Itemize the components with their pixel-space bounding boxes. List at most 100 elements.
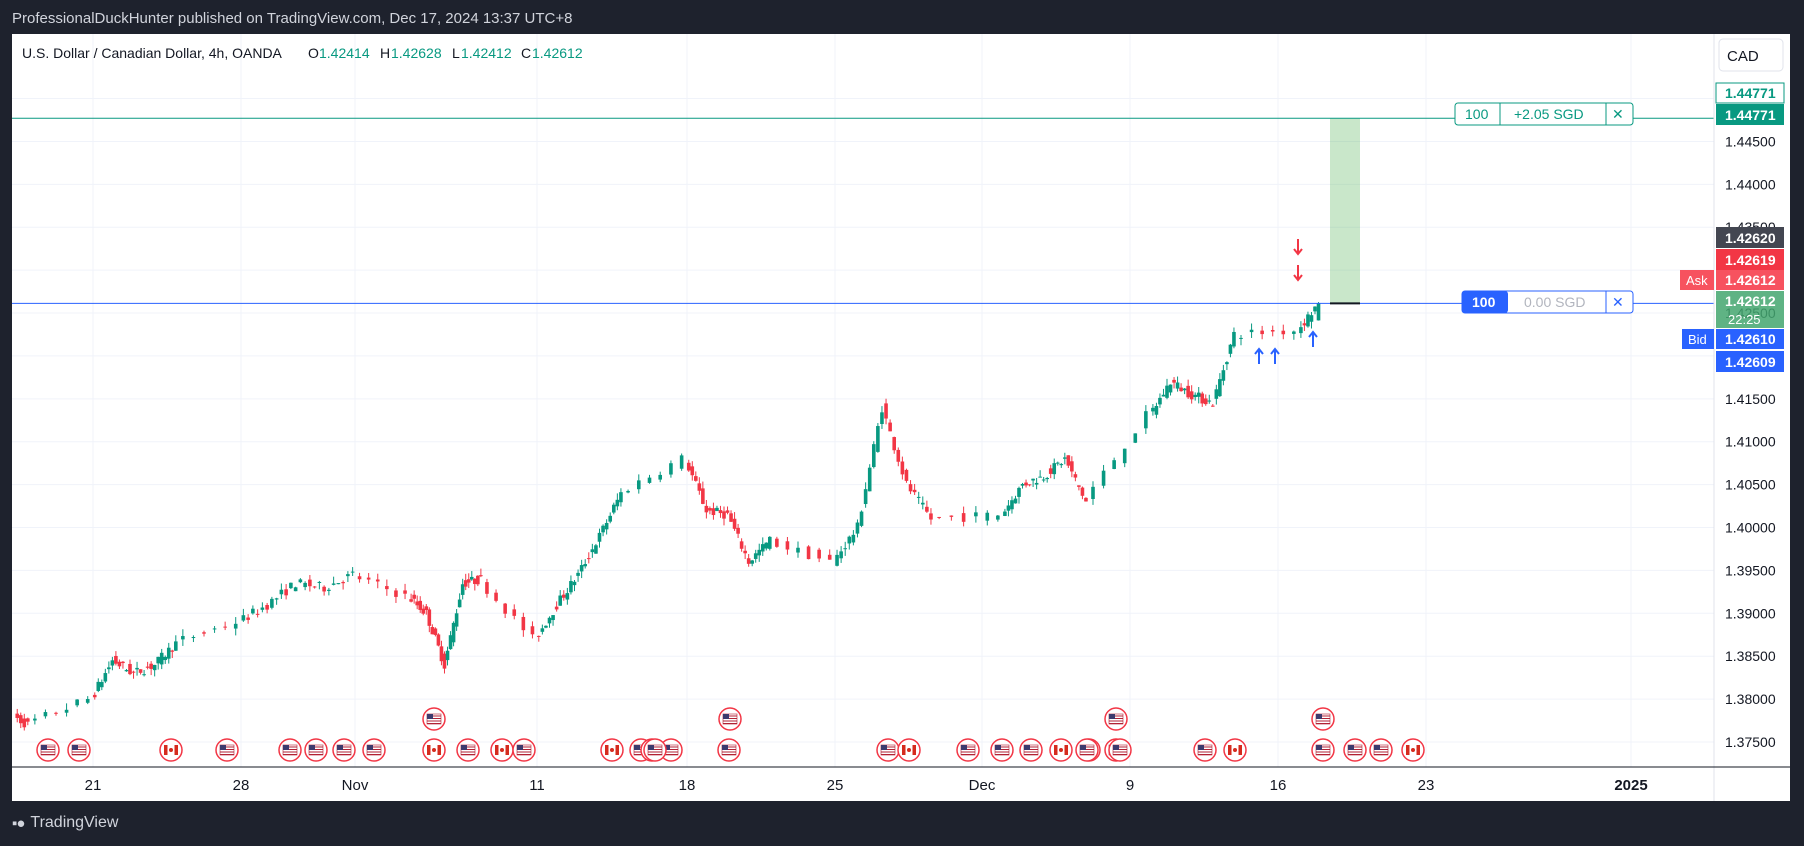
candle <box>317 580 322 590</box>
price-tick-label: 1.38000 <box>1725 691 1776 707</box>
profit-target-zone <box>1330 118 1360 304</box>
us-event-icon[interactable] <box>362 738 386 762</box>
us-event-icon[interactable] <box>1019 738 1043 762</box>
us-event-icon[interactable] <box>512 738 536 762</box>
target-close-icon[interactable]: ✕ <box>1612 106 1624 122</box>
us-event-icon[interactable] <box>67 738 91 762</box>
legend-h-label: H <box>380 45 390 61</box>
candle <box>117 659 122 670</box>
us-event-icon[interactable] <box>422 707 446 731</box>
target-zone-rect <box>1330 118 1360 304</box>
us-event-icon[interactable] <box>1108 738 1132 762</box>
us-event-icon[interactable] <box>1369 738 1393 762</box>
candle <box>298 578 303 584</box>
us-event-icon[interactable] <box>1075 738 1099 762</box>
candle <box>708 506 712 515</box>
ca-event-icon[interactable] <box>897 738 921 762</box>
target-order-label[interactable]: 100 +2.05 SGD ✕ <box>1454 102 1634 126</box>
us-event-icon[interactable] <box>956 738 980 762</box>
candle <box>746 554 751 567</box>
time-tick-label: 2025 <box>1614 777 1647 794</box>
candle <box>1003 508 1007 517</box>
candle <box>764 542 769 551</box>
currency-button[interactable]: CAD <box>1718 38 1784 72</box>
current-price: 1.42612 <box>1725 293 1776 309</box>
candle <box>572 580 577 592</box>
candle <box>768 536 772 551</box>
target-pnl: +2.05 SGD <box>1514 106 1584 122</box>
us-event-icon[interactable] <box>332 738 356 762</box>
ca-event-icon[interactable] <box>1049 738 1073 762</box>
entry-order-label[interactable]: 100 0.00 SGD ✕ <box>1461 290 1634 314</box>
candle <box>974 506 978 523</box>
tradingview-logo[interactable]: ▪● TradingView <box>12 814 118 832</box>
candle <box>551 615 555 626</box>
candle <box>149 661 153 676</box>
candle <box>736 523 740 539</box>
legend-l-value: 1.42412 <box>461 45 512 61</box>
candle <box>863 482 868 508</box>
candle <box>888 419 892 432</box>
candle <box>18 712 23 729</box>
tag-low: 1.42609 <box>1725 354 1776 370</box>
chart-canvas[interactable]: U.S. Dollar / Canadian Dollar, 4h, OANDA… <box>0 0 1804 846</box>
candle <box>1073 471 1078 482</box>
candle <box>159 648 164 670</box>
candle <box>583 559 588 569</box>
candle <box>284 584 288 600</box>
us-event-icon[interactable] <box>1193 738 1217 762</box>
us-event-icon[interactable] <box>990 738 1014 762</box>
candle <box>1179 383 1183 392</box>
candle <box>536 635 541 642</box>
candle <box>1203 394 1208 406</box>
candle <box>233 617 238 636</box>
price-tick-label: 1.37500 <box>1725 734 1776 750</box>
candle <box>679 453 684 471</box>
ca-event-icon[interactable] <box>422 738 446 762</box>
candle <box>181 629 185 646</box>
us-event-icon[interactable] <box>456 738 480 762</box>
ca-event-icon[interactable] <box>1223 738 1247 762</box>
us-event-icon[interactable] <box>643 738 667 762</box>
legend-h-value: 1.42628 <box>391 45 442 61</box>
candle <box>1165 378 1169 400</box>
candle <box>920 496 925 510</box>
us-event-icon[interactable] <box>717 738 741 762</box>
candle <box>1175 376 1180 392</box>
position-lines[interactable] <box>12 117 1714 305</box>
candle <box>33 714 37 725</box>
ca-event-icon[interactable] <box>600 738 624 762</box>
economic-events[interactable] <box>36 707 1425 762</box>
entry-pnl: 0.00 SGD <box>1524 294 1585 310</box>
us-event-icon[interactable] <box>718 707 742 731</box>
candle <box>394 588 398 603</box>
us-event-icon[interactable] <box>215 738 239 762</box>
us-event-icon[interactable] <box>1104 707 1128 731</box>
candle <box>996 515 1000 522</box>
candle <box>669 460 673 478</box>
time-axis-labels: 21 28 Nov 11 18 25 Dec 9 16 23 2025 <box>85 777 1648 794</box>
candle <box>1112 457 1116 470</box>
candle <box>1232 327 1236 349</box>
ca-event-icon[interactable] <box>1401 738 1425 762</box>
candle <box>1080 486 1085 500</box>
ca-event-icon[interactable] <box>159 738 183 762</box>
us-event-icon[interactable] <box>876 738 900 762</box>
candle <box>743 545 747 560</box>
tag-ask-price: 1.42619 <box>1725 252 1776 268</box>
entry-close-icon[interactable]: ✕ <box>1612 294 1624 310</box>
candle <box>1211 404 1215 407</box>
us-event-icon[interactable] <box>36 738 60 762</box>
us-event-icon[interactable] <box>304 738 328 762</box>
candle <box>457 593 462 608</box>
us-event-icon[interactable] <box>1311 707 1335 731</box>
currency-label: CAD <box>1727 48 1759 65</box>
us-event-icon[interactable] <box>278 738 302 762</box>
us-event-icon[interactable] <box>1311 738 1335 762</box>
candle <box>322 585 326 596</box>
us-event-icon[interactable] <box>1343 738 1367 762</box>
candlestick-series[interactable] <box>15 302 1321 731</box>
ca-event-icon[interactable] <box>490 738 514 762</box>
candle <box>1059 463 1064 468</box>
candle <box>1031 478 1035 487</box>
